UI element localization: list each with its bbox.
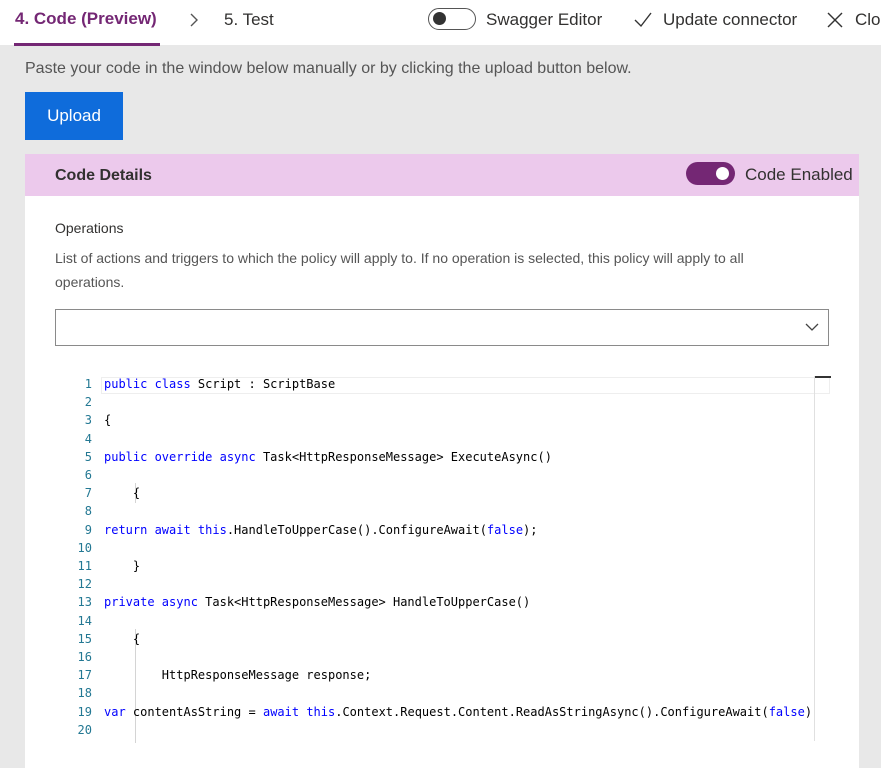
toggle-knob [433, 12, 446, 25]
code-line: 17 HttpResponseMessage response; [55, 668, 830, 686]
code-token: ) [804, 704, 813, 719]
code-line: 16 [55, 650, 830, 668]
line-number: 3 [84, 413, 92, 428]
line-number: 7 [84, 486, 92, 501]
line-number: 2 [84, 395, 92, 410]
line-number: 17 [77, 668, 92, 683]
upload-button[interactable]: Upload [25, 92, 123, 140]
top-navigation-bar: 4. Code (Preview) 5. Test Swagger Editor… [0, 0, 881, 46]
code-token: { [104, 631, 141, 646]
code-token: public override async [104, 449, 256, 464]
code-token: Task<HttpResponseMessage> HandleToUpperC… [197, 595, 531, 610]
code-token: false [768, 704, 805, 719]
code-line: 12 [55, 577, 830, 595]
code-line: 13 private async Task<HttpResponseMessage… [55, 595, 830, 613]
line-number: 4 [84, 431, 92, 446]
code-token: var [104, 704, 126, 719]
line-number: 9 [84, 522, 92, 537]
line-number: 6 [84, 468, 92, 482]
line-number: 15 [77, 631, 92, 646]
code-line: 18 [55, 686, 830, 704]
code-text: { [104, 632, 140, 646]
swagger-editor-label: Swagger Editor [486, 10, 603, 29]
code-token: { [104, 486, 141, 501]
code-text: { [104, 486, 140, 500]
code-text: public override async Task<HttpResponseM… [104, 450, 552, 464]
active-tab-indicator [14, 43, 160, 46]
code-token: } [104, 559, 141, 573]
code-enabled-toggle[interactable] [686, 162, 735, 185]
code-text: HttpResponseMessage response; [104, 668, 372, 683]
update-connector-button[interactable]: Update connector [663, 10, 797, 30]
code-token: .Context.Request.Content.ReadAsStringAsy… [335, 704, 769, 719]
code-line: 11 } [55, 559, 830, 577]
line-number: 5 [84, 449, 92, 464]
code-line: 4 [55, 432, 830, 450]
tab-test[interactable]: 5. Test [224, 10, 274, 30]
line-number: 14 [77, 613, 92, 628]
code-line: 7 { [55, 486, 830, 504]
line-number: 11 [77, 559, 92, 573]
code-details-header: Code Details Code Enabled [25, 154, 859, 196]
code-token: Script : ScriptBase [190, 377, 336, 391]
code-text: private async Task<HttpResponseMessage> … [104, 595, 530, 609]
tab-code-preview[interactable]: 4. Code (Preview) [15, 9, 157, 29]
code-token: contentAsString = [125, 704, 263, 719]
code-enabled-label: Code Enabled [745, 165, 853, 184]
chevron-right-icon [190, 13, 198, 27]
code-line: 20 [55, 723, 830, 741]
line-number: 8 [84, 504, 92, 519]
code-line: 14 [55, 614, 830, 632]
code-text: } [104, 559, 140, 573]
operations-description: List of actions and triggers to which th… [55, 250, 744, 290]
code-token: ); [523, 522, 538, 537]
operations-dropdown[interactable] [55, 309, 829, 346]
code-line: 6 [55, 468, 830, 486]
code-details-card: Code Details Code Enabled Operations Lis… [25, 154, 859, 768]
checkmark-icon [634, 12, 652, 28]
code-token: HttpResponseMessage response; [104, 668, 372, 683]
line-number: 1 [84, 377, 92, 391]
code-token: await this [262, 704, 336, 719]
code-token: .HandleToUpperCase().ConfigureAwait( [226, 522, 487, 537]
toggle-knob [716, 167, 729, 180]
line-number: 12 [77, 577, 92, 592]
code-text: var contentAsString = await this.Context… [104, 705, 812, 719]
code-text: return await this.HandleToUpperCase().Co… [104, 523, 538, 537]
instruction-text: Paste your code in the window below manu… [25, 60, 632, 77]
code-editor[interactable]: 1 public class Script : ScriptBase 2 3{4 5 pu… [55, 376, 831, 743]
line-number: 16 [77, 650, 92, 664]
code-text: public class Script : ScriptBase [104, 377, 335, 391]
close-button[interactable]: Clo [855, 10, 881, 30]
line-number: 20 [77, 722, 92, 737]
code-line: 9 return await this.HandleToUpperCase().C… [55, 523, 830, 541]
operations-label: Operations [55, 220, 124, 236]
line-number: 13 [77, 595, 92, 610]
code-line: 19 var contentAsString = await this.Conte… [55, 705, 830, 723]
line-number: 18 [77, 686, 92, 701]
swagger-editor-toggle[interactable] [428, 8, 476, 30]
code-line: 1 public class Script : ScriptBase [55, 377, 830, 395]
code-line: 3{ [55, 413, 830, 431]
code-details-title: Code Details [55, 167, 152, 184]
code-token: return await this [104, 522, 227, 537]
code-line: 10 [55, 541, 830, 559]
line-number: 10 [77, 540, 92, 555]
code-line: 8 [55, 504, 830, 522]
code-token: false [486, 522, 524, 537]
code-token: public class [104, 377, 191, 391]
chevron-down-icon [805, 323, 819, 331]
code-line: 15 { [55, 632, 830, 650]
code-token: { [104, 413, 112, 428]
code-text: { [104, 413, 111, 427]
code-line: 2 [55, 395, 830, 413]
code-token: private async [104, 595, 198, 610]
close-icon [827, 12, 843, 28]
line-number: 19 [77, 704, 92, 719]
code-line: 5 public override async Task<HttpResponse… [55, 450, 830, 468]
code-token: Task<HttpResponseMessage> ExecuteAsync() [255, 449, 552, 464]
